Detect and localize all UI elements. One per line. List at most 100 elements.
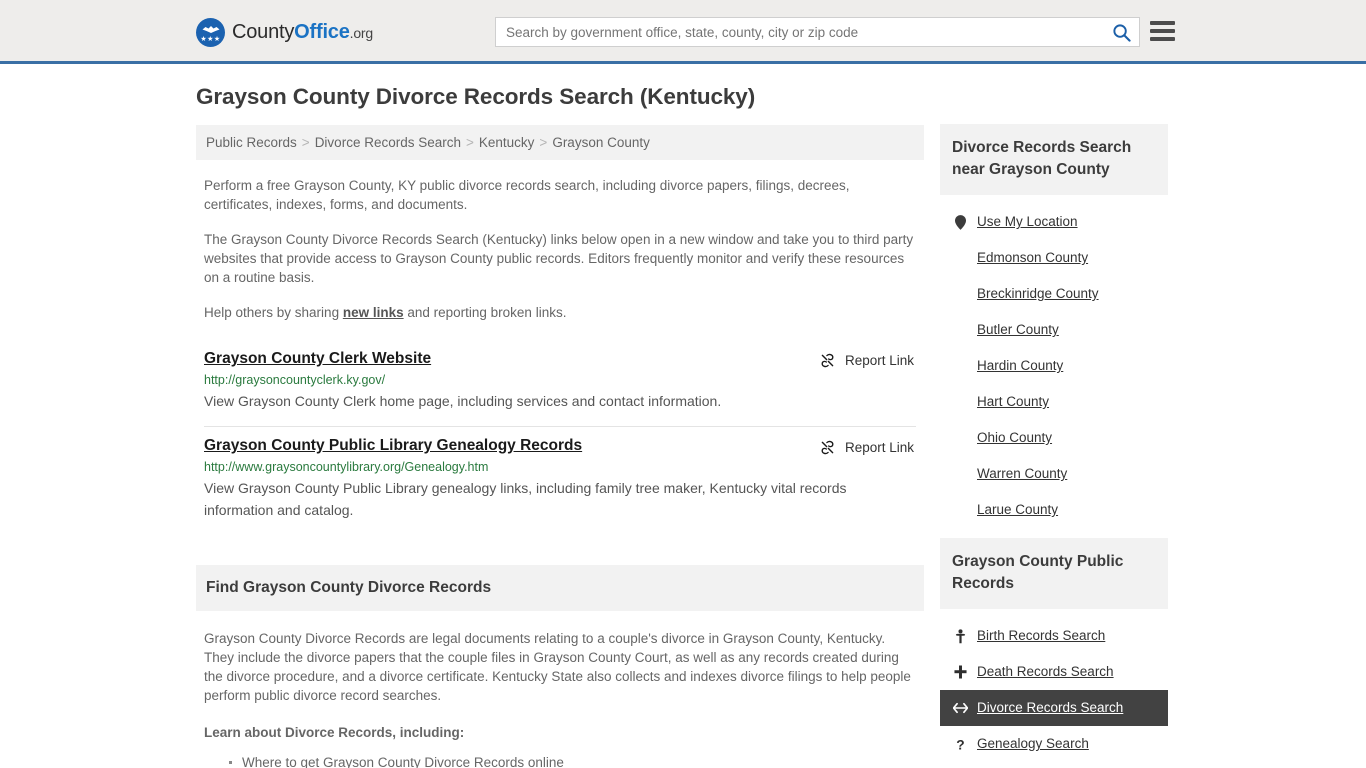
sidebar-item-marriage-records-search[interactable]: Marriage Records Search [940,762,1168,768]
new-links-link[interactable]: new links [343,305,404,320]
hamburger-bar [1150,37,1175,41]
stars-icon: ★★★ [200,36,221,43]
report-link-button[interactable]: Report Link [819,439,914,456]
sidebar-item-label: Birth Records Search [977,628,1106,643]
result-url: http://www.graysoncountylibrary.org/Gene… [204,460,489,474]
hamburger-bar [1150,29,1175,33]
report-link-label: Report Link [844,440,914,455]
cross-glyph [953,665,967,679]
list-item: Use My Location [940,204,1168,240]
brand-office: Office [294,21,350,43]
public-records-header: Grayson County Public Records [940,538,1168,609]
cross-icon [952,665,968,679]
eagle-shield-logo-icon: ★★★ [196,18,225,47]
learn-about-heading: Learn about Divorce Records, including: [204,725,465,740]
nearby-search-header: Divorce Records Search near Grayson Coun… [940,124,1168,195]
list-item: Larue County [940,492,1168,528]
sidebar-item-label: Genealogy Search [977,736,1089,751]
public-records-list: Birth Records Search Death Records Searc… [940,609,1168,768]
breadcrumb-item-kentucky[interactable]: Kentucky [479,135,535,150]
svg-text:?: ? [956,737,964,751]
map-pin-glyph [954,214,966,230]
sidebar-item-hart-county[interactable]: Hart County [940,384,1168,420]
sidebar-item-label: Larue County [977,502,1059,517]
intro-paragraph-2: The Grayson County Divorce Records Searc… [204,232,914,285]
list-item: Hart County [940,384,1168,420]
find-records-heading: Find Grayson County Divorce Records [206,579,492,596]
list-item: Warren County [940,456,1168,492]
find-records-body: Grayson County Divorce Records are legal… [196,629,924,768]
intro-paragraph-1: Perform a free Grayson County, KY public… [204,178,850,212]
sidebar-item-ohio-county[interactable]: Ohio County [940,420,1168,456]
left-right-arrow-icon [952,702,968,714]
results-list: Grayson County Clerk Website http://gray… [196,340,924,535]
site-header: ★★★ CountyOffice.org [0,0,1366,64]
breadcrumb-item-grayson-county[interactable]: Grayson County [552,135,650,150]
sidebar-item-death-records-search[interactable]: Death Records Search [940,654,1168,690]
breadcrumb-separator: > [466,135,474,150]
brand-org: .org [349,25,374,41]
question-mark-icon: ? [952,737,968,751]
sidebar-item-label: Death Records Search [977,664,1114,679]
result-item: Grayson County Clerk Website http://gray… [204,340,916,426]
breadcrumb-item-divorce-records-search[interactable]: Divorce Records Search [315,135,461,150]
nearby-county-list: Use My Location Edmonson County Breckinr… [940,195,1168,528]
sidebar-item-use-my-location[interactable]: Use My Location [940,204,1168,240]
search-button[interactable] [1103,18,1139,46]
search-bar [495,17,1140,47]
list-item: Where to get Grayson County Divorce Reco… [229,752,916,768]
sidebar-item-breckinridge-county[interactable]: Breckinridge County [940,276,1168,312]
sidebar-item-label: Butler County [977,322,1059,337]
sidebar-item-genealogy-search[interactable]: ? Genealogy Search [940,726,1168,762]
report-link-button[interactable]: Report Link [819,352,914,369]
share-text-before: Help others by sharing [204,305,343,320]
find-records-header: Find Grayson County Divorce Records [196,565,924,611]
breadcrumb: Public Records > Divorce Records Search > Ke… [196,125,924,160]
breadcrumb-separator: > [301,135,310,150]
page-title: Grayson County Divorce Records Search (K… [196,84,756,109]
list-item: ? Genealogy Search [940,726,1168,762]
sidebar-item-edmonson-county[interactable]: Edmonson County [940,240,1168,276]
list-item: Marriage Records Search [940,762,1168,768]
hamburger-menu-icon[interactable] [1150,21,1175,41]
search-icon [1112,23,1131,42]
sidebar-item-warren-county[interactable]: Warren County [940,456,1168,492]
sidebar-item-label: Edmonson County [977,250,1089,265]
list-item: Death Records Search [940,654,1168,690]
sidebar-item-label: Hardin County [977,358,1064,373]
broken-link-icon [821,353,834,368]
list-item: Butler County [940,312,1168,348]
public-records-heading: Grayson County Public Records [952,553,1124,592]
list-item: Birth Records Search [940,618,1168,654]
baby-glyph [955,628,965,643]
hamburger-bar [1150,21,1175,25]
result-title-link[interactable]: Grayson County Public Library Genealogy … [204,437,582,455]
site-logo[interactable]: ★★★ CountyOffice.org [196,18,373,47]
search-input[interactable] [496,18,1103,46]
sidebar-item-birth-records-search[interactable]: Birth Records Search [940,618,1168,654]
sidebar-item-label: Ohio County [977,430,1053,445]
sidebar-item-label: Hart County [977,394,1050,409]
broken-link-icon [821,440,834,455]
sidebar: Divorce Records Search near Grayson Coun… [940,124,1168,768]
learn-about-list: Where to get Grayson County Divorce Reco… [204,752,916,768]
sidebar-item-divorce-records-search[interactable]: Divorce Records Search [940,690,1168,726]
sidebar-item-butler-county[interactable]: Butler County [940,312,1168,348]
report-link-label: Report Link [844,353,914,368]
result-item: Grayson County Public Library Genealogy … [204,426,916,535]
sidebar-item-hardin-county[interactable]: Hardin County [940,348,1168,384]
result-url: http://graysoncountyclerk.ky.gov/ [204,373,386,387]
sidebar-item-label: Breckinridge County [977,286,1099,301]
find-records-paragraph: Grayson County Divorce Records are legal… [204,631,911,703]
left-right-arrow-glyph [952,702,968,714]
eagle-icon [202,26,219,33]
sidebar-item-larue-county[interactable]: Larue County [940,492,1168,528]
share-text-after: and reporting broken links. [403,305,567,320]
main-content: Grayson County Divorce Records Search (K… [196,84,924,768]
result-title-link[interactable]: Grayson County Clerk Website [204,350,431,368]
intro-paragraph-3: Help others by sharing new links and rep… [204,303,916,322]
question-mark-glyph: ? [956,737,964,751]
breadcrumb-separator: > [539,135,548,150]
sidebar-item-label: Use My Location [977,214,1078,229]
breadcrumb-item-public-records[interactable]: Public Records [206,135,297,150]
